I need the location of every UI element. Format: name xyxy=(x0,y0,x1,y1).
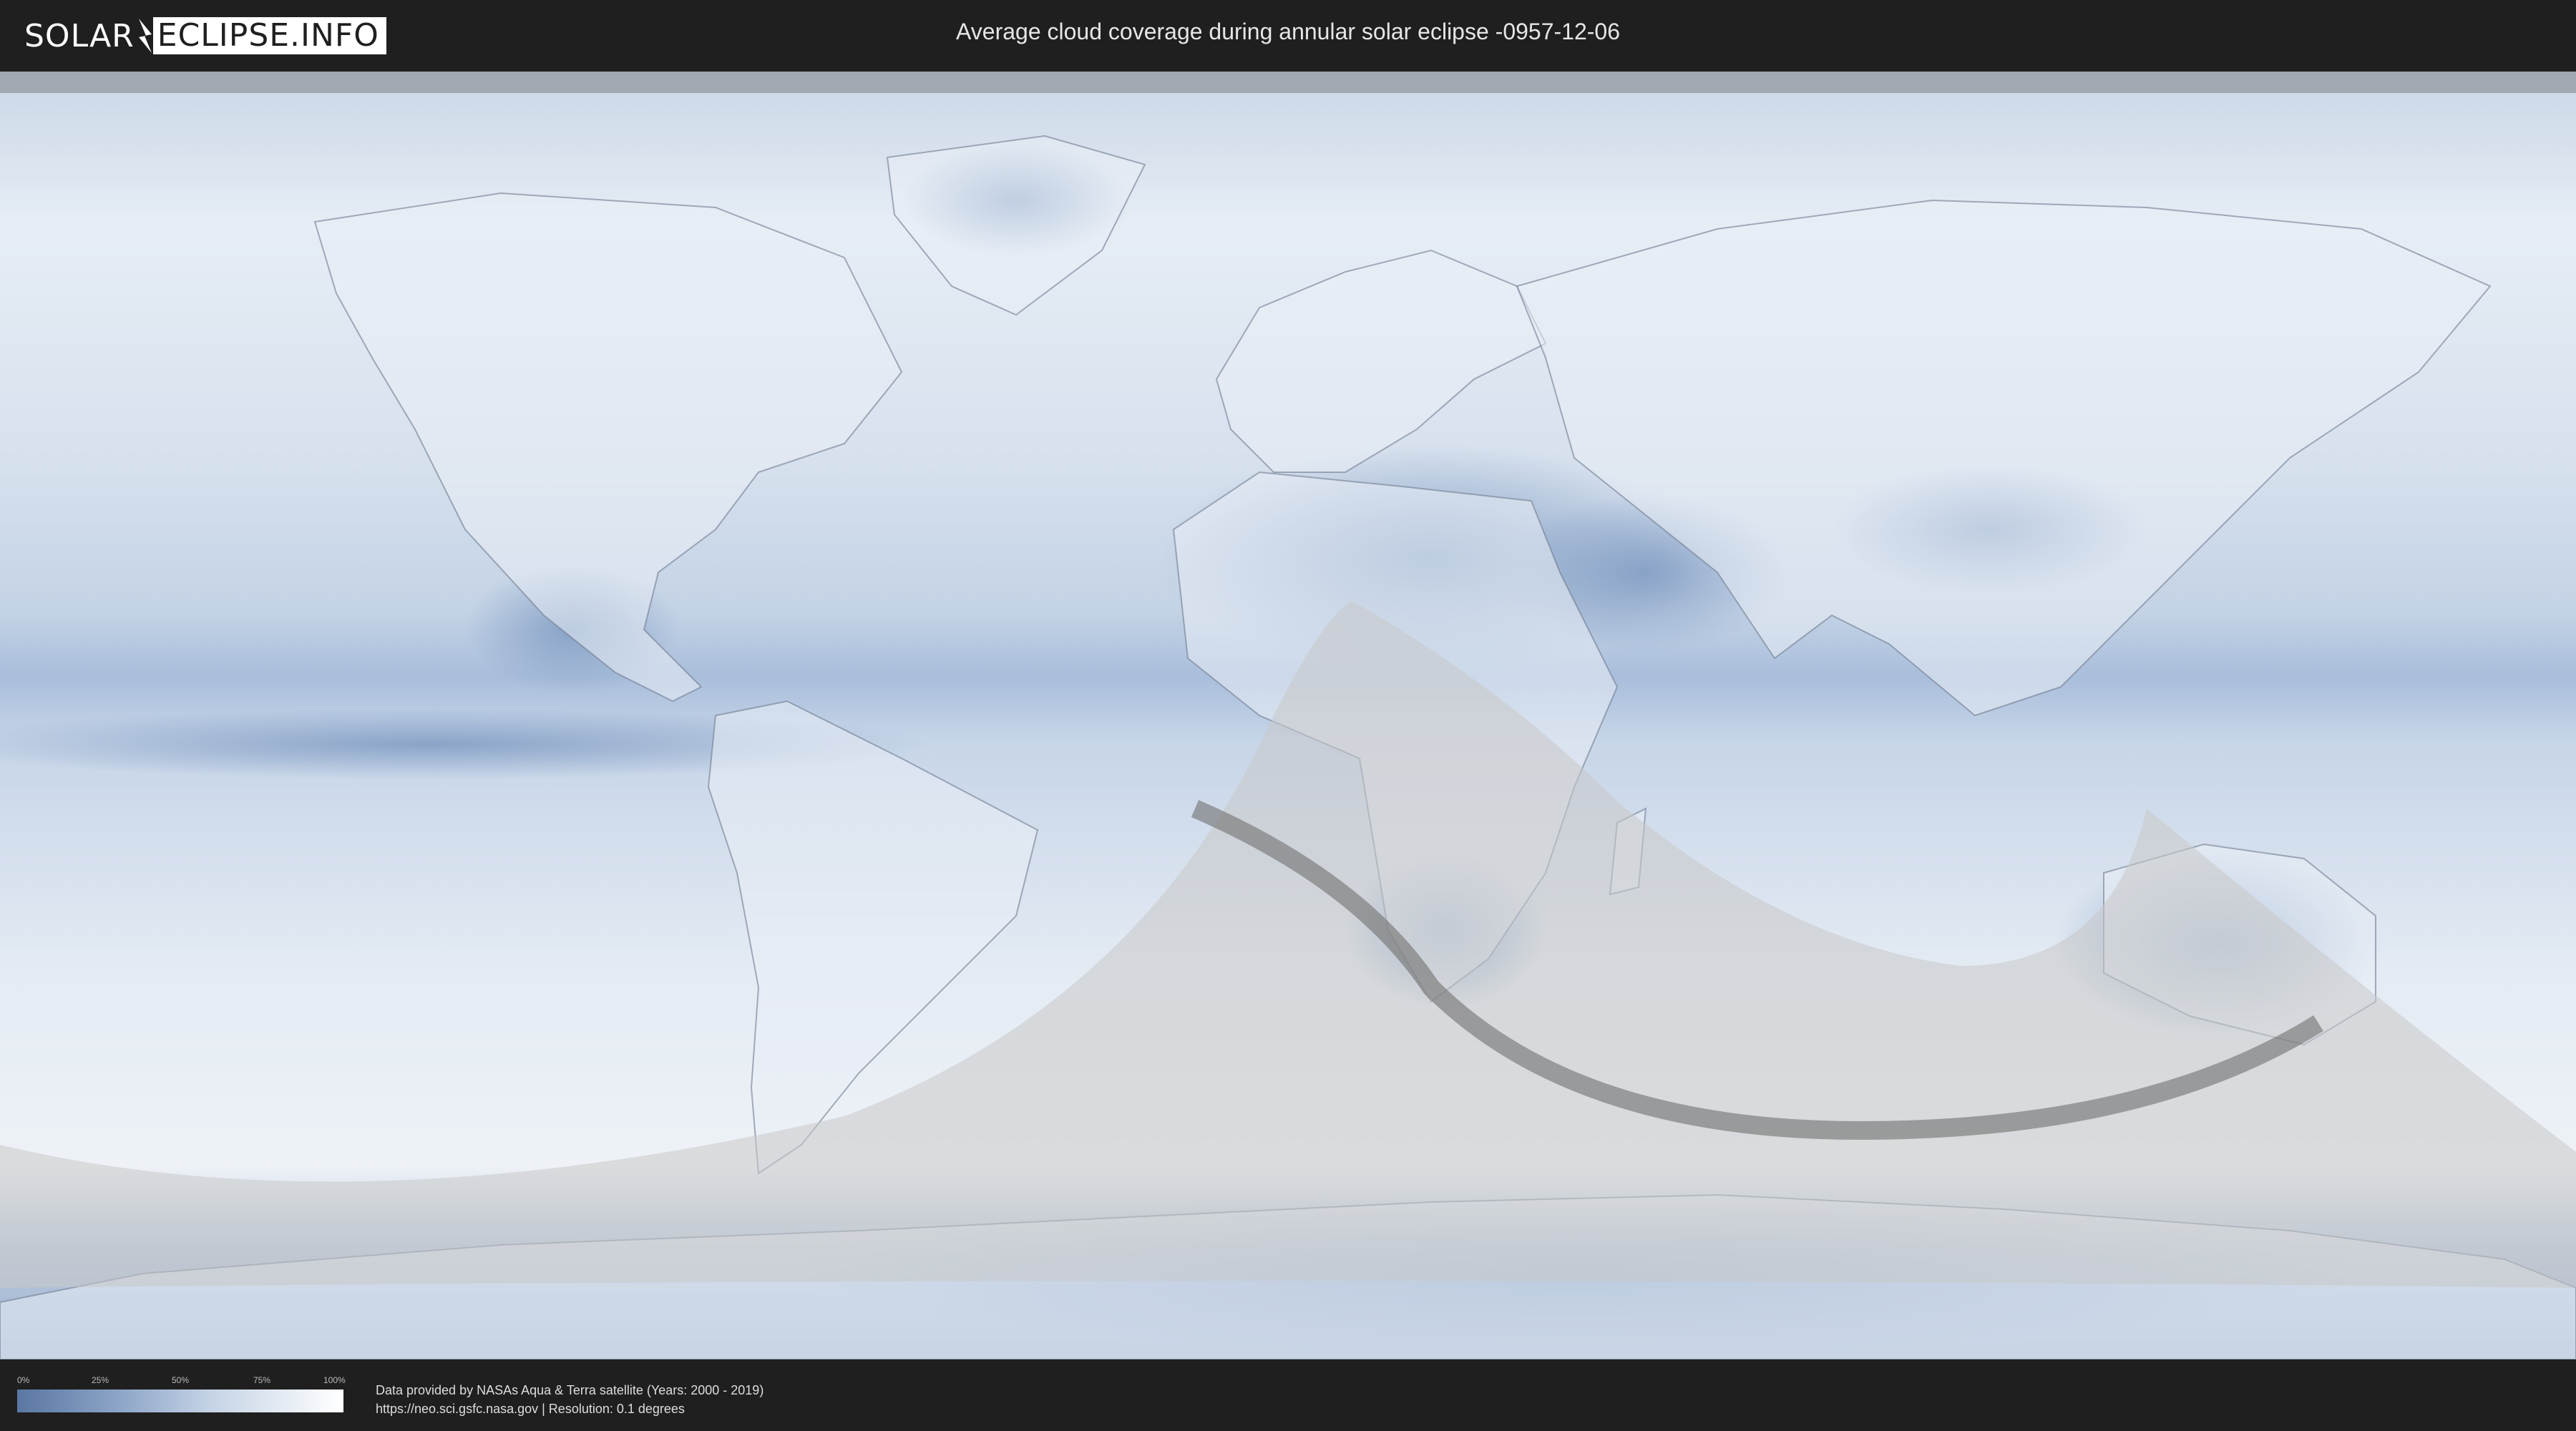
legend-tick-75: 75% xyxy=(253,1375,271,1385)
cloud-coverage-map[interactable] xyxy=(0,72,2576,1359)
cloud-coverage-legend-bar xyxy=(17,1390,343,1412)
header-bar: SOLAR ECLIPSE.INFO Average cloud coverag… xyxy=(0,0,2576,72)
page-title: Average cloud coverage during annular so… xyxy=(956,19,1620,44)
legend-tick-25: 25% xyxy=(92,1375,109,1385)
legend-tick-50: 50% xyxy=(172,1375,190,1385)
eclipse-cloud-map-page: SOLAR ECLIPSE.INFO Average cloud coverag… xyxy=(0,0,2576,1431)
footer-bar: 0% 25% 50% 75% 100% Data provided by NAS… xyxy=(0,1359,2576,1431)
map-top-edge xyxy=(0,72,2576,93)
credit-url-resolution[interactable]: https://neo.sci.gsfc.nasa.gov | Resoluti… xyxy=(376,1400,763,1418)
data-credit: Data provided by NASAs Aqua & Terra sate… xyxy=(376,1381,763,1418)
legend-tick-100: 100% xyxy=(323,1375,346,1385)
map-canvas xyxy=(0,72,2576,1359)
legend-tick-0: 0% xyxy=(17,1375,30,1385)
credit-source: Data provided by NASAs Aqua & Terra sate… xyxy=(376,1383,764,1397)
legend-tick-labels: 0% 25% 50% 75% 100% xyxy=(17,1375,346,1387)
